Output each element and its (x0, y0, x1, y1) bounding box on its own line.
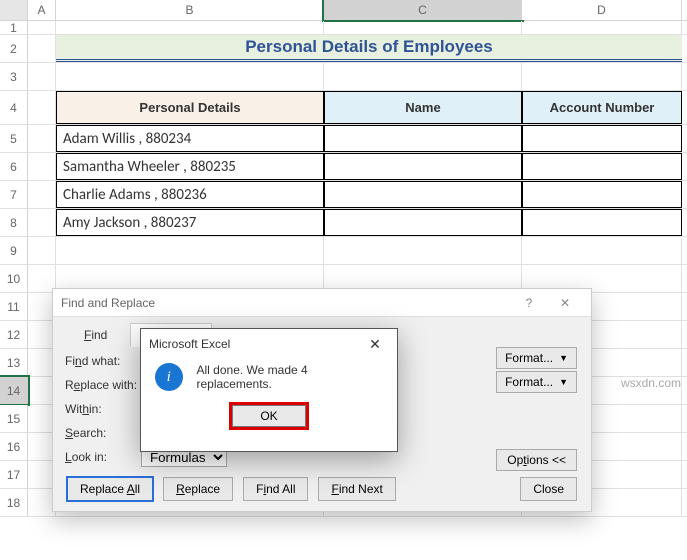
alert-dialog: Microsoft Excel ✕ i All done. We made 4 … (140, 328, 398, 452)
replace-button[interactable]: Replace (163, 477, 233, 501)
dialog-title: Find and Replace (61, 296, 155, 310)
options-button[interactable]: Options << (496, 449, 577, 471)
replace-all-button[interactable]: Replace All (67, 477, 153, 501)
within-label: Within: (65, 402, 141, 416)
cell[interactable] (324, 63, 522, 90)
table-header-account[interactable]: Account Number (522, 91, 682, 124)
tab-find[interactable]: FFindind (65, 323, 126, 347)
watermark: wsxdn.com (621, 376, 681, 390)
alert-message: All done. We made 4 replacements. (197, 363, 384, 391)
row-header[interactable]: 4 (0, 91, 28, 124)
row-header[interactable]: 10 (0, 265, 28, 292)
cell[interactable] (56, 21, 324, 34)
cell[interactable] (324, 209, 522, 236)
cell[interactable] (28, 209, 56, 236)
cell[interactable] (522, 153, 682, 180)
chevron-down-icon: ▼ (559, 377, 568, 387)
cell[interactable] (324, 125, 522, 152)
lookin-label: Look in: (65, 450, 141, 464)
cell[interactable] (56, 63, 324, 90)
close-button[interactable]: Close (520, 477, 577, 501)
row-header[interactable]: 12 (0, 321, 28, 348)
page-title[interactable]: Personal Details of Employees (56, 35, 682, 62)
alert-titlebar[interactable]: Microsoft Excel ✕ (141, 329, 397, 359)
row-header[interactable]: 2 (0, 35, 28, 62)
cell[interactable] (324, 181, 522, 208)
cell[interactable] (28, 91, 56, 124)
cell[interactable] (28, 237, 56, 264)
help-icon[interactable]: ? (511, 296, 547, 310)
row-header[interactable]: 16 (0, 433, 28, 460)
table-row[interactable]: Amy Jackson , 880237 (56, 209, 324, 236)
table-row[interactable]: Samantha Wheeler , 880235 (56, 153, 324, 180)
find-all-button[interactable]: Find All (243, 477, 308, 501)
format-button[interactable]: Format...▼ (496, 347, 577, 369)
row-header[interactable]: 11 (0, 293, 28, 320)
close-icon[interactable]: ✕ (547, 296, 583, 310)
cell[interactable] (28, 125, 56, 152)
info-icon: i (155, 363, 183, 391)
table-row[interactable]: Charlie Adams , 880236 (56, 181, 324, 208)
select-all-corner[interactable] (0, 0, 28, 20)
cell[interactable] (28, 21, 56, 34)
cell[interactable] (522, 237, 682, 264)
table-row[interactable]: Adam Willis , 880234 (56, 125, 324, 152)
cell[interactable] (522, 209, 682, 236)
row-header[interactable]: 15 (0, 405, 28, 432)
row-header[interactable]: 17 (0, 461, 28, 488)
cell[interactable] (522, 181, 682, 208)
cell[interactable] (522, 21, 682, 34)
alert-title: Microsoft Excel (149, 337, 230, 351)
row-header[interactable]: 8 (0, 209, 28, 236)
table-header-personal[interactable]: Personal Details (56, 91, 324, 124)
col-header-d[interactable]: D (522, 0, 682, 20)
dialog-titlebar[interactable]: Find and Replace ? ✕ (53, 289, 591, 317)
row-header[interactable]: 18 (0, 489, 28, 516)
column-headers: A B C D (0, 0, 687, 21)
chevron-down-icon: ▼ (559, 353, 568, 363)
search-label: Search: (65, 426, 141, 440)
cell[interactable] (522, 125, 682, 152)
cell[interactable] (522, 63, 682, 90)
col-header-b[interactable]: B (56, 0, 324, 20)
row-header[interactable]: 13 (0, 349, 28, 376)
row-header[interactable]: 6 (0, 153, 28, 180)
cell[interactable] (324, 237, 522, 264)
table-header-name[interactable]: Name (324, 91, 522, 124)
cell[interactable] (28, 35, 56, 62)
replace-with-label: Replace with: (65, 378, 141, 392)
ok-button[interactable]: OK (232, 405, 306, 427)
cell[interactable] (324, 21, 522, 34)
row-header[interactable]: 5 (0, 125, 28, 152)
row-header[interactable]: 7 (0, 181, 28, 208)
cell[interactable] (28, 181, 56, 208)
cell[interactable] (28, 153, 56, 180)
col-header-c[interactable]: C (324, 0, 522, 20)
find-next-button[interactable]: Find Next (318, 477, 395, 501)
row-header[interactable]: 14 (0, 377, 28, 404)
row-header[interactable]: 1 (0, 21, 28, 34)
row-header[interactable]: 9 (0, 237, 28, 264)
format-button[interactable]: Format...▼ (496, 371, 577, 393)
cell[interactable] (324, 153, 522, 180)
cell[interactable] (56, 237, 324, 264)
row-header[interactable]: 3 (0, 63, 28, 90)
cell[interactable] (28, 63, 56, 90)
find-what-label: Find what: (65, 354, 141, 368)
close-icon[interactable]: ✕ (361, 332, 389, 356)
col-header-a[interactable]: A (28, 0, 56, 20)
